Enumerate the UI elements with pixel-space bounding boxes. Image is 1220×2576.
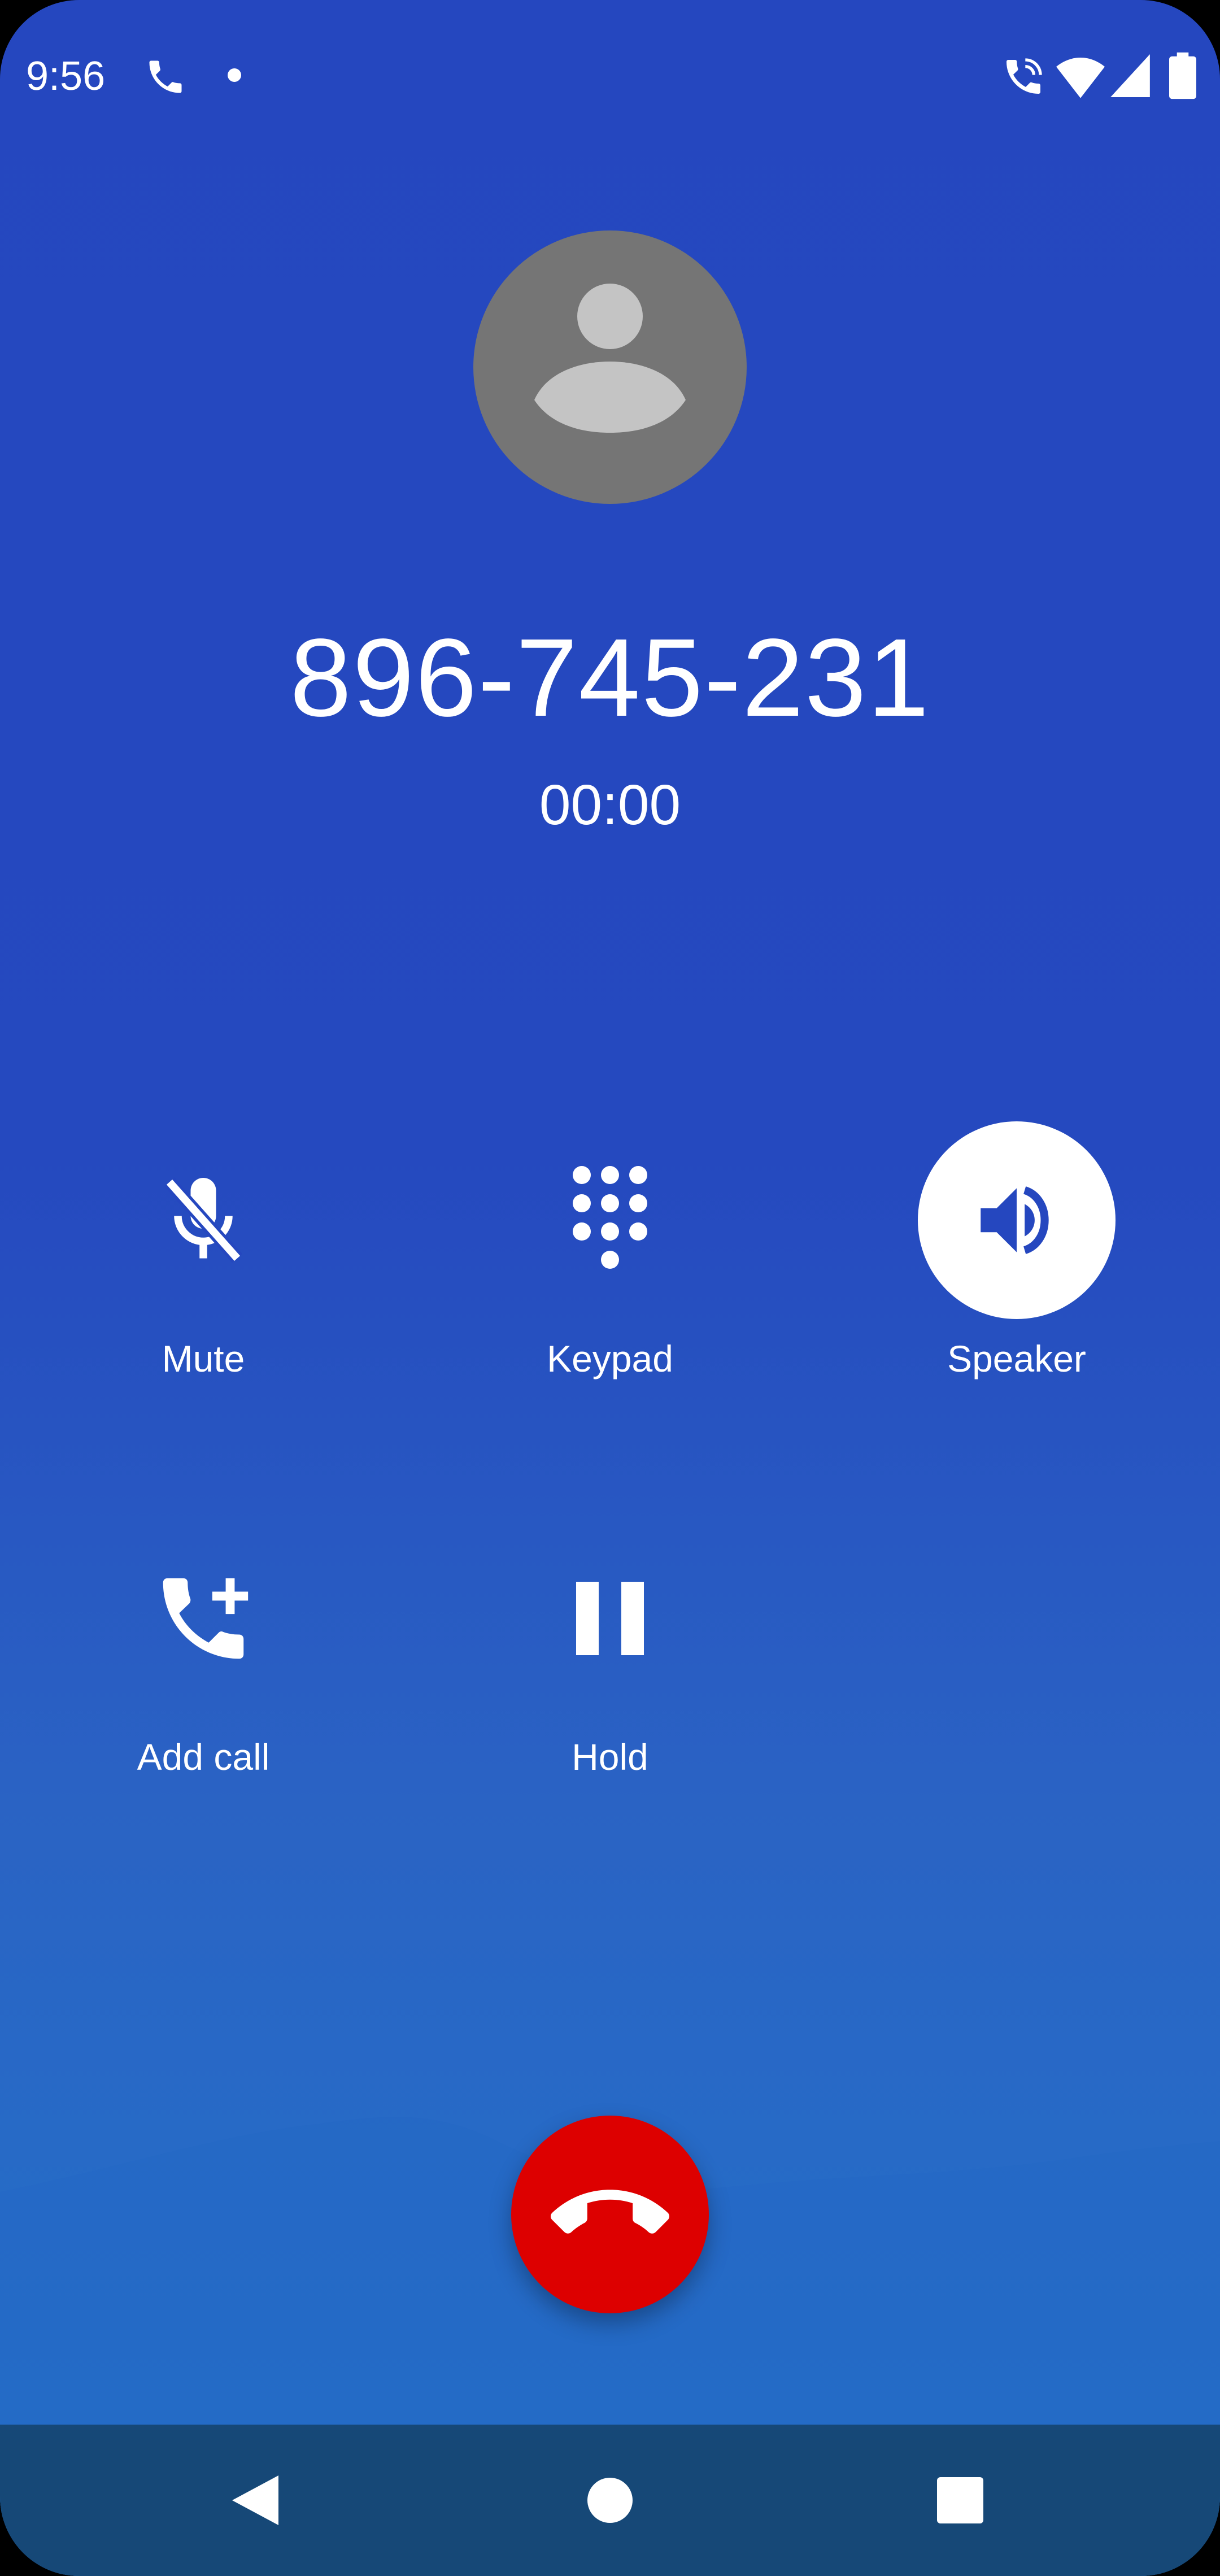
phone-icon	[149, 60, 182, 93]
status-time: 9:56	[26, 54, 106, 99]
end-call-button[interactable]	[511, 2116, 709, 2313]
hold-button[interactable]: Hold	[474, 1520, 746, 1836]
call-timer: 00:00	[539, 773, 681, 837]
mute-icon-wrap	[104, 1121, 302, 1319]
add-call-label: Add call	[137, 1736, 270, 1778]
volume-up-icon	[981, 1186, 1049, 1254]
keypad-button[interactable]: Keypad	[474, 1121, 746, 1438]
add-call-button[interactable]: Add call	[68, 1520, 339, 1836]
call-end-icon	[551, 2190, 669, 2234]
mute-label: Mute	[162, 1338, 245, 1380]
mute-button[interactable]: Mute	[68, 1121, 339, 1438]
hold-label: Hold	[572, 1736, 648, 1778]
wifi-calling-icon	[1006, 58, 1042, 94]
dialpad-icon	[573, 1166, 647, 1269]
speaker-icon-wrap	[918, 1121, 1116, 1319]
signal-icon	[1110, 54, 1150, 97]
wifi-icon	[1056, 57, 1105, 98]
navigation-bar	[0, 2425, 1220, 2576]
speaker-label: Speaker	[947, 1338, 1086, 1380]
pause-icon	[576, 1582, 644, 1655]
caller-number: 896-745-231	[290, 616, 930, 739]
person-icon	[534, 284, 686, 433]
in-call-screen: 9:56 896-745-231 00:00 Mute Keypad Speak…	[0, 0, 1220, 2576]
contact-avatar	[473, 230, 747, 504]
home-button[interactable]	[525, 2425, 695, 2576]
add-call-icon	[163, 1578, 249, 1659]
notification-dot-icon	[228, 68, 241, 82]
hold-icon-wrap	[511, 1520, 709, 1717]
keypad-label: Keypad	[547, 1338, 673, 1380]
status-bar: 9:56	[0, 0, 1220, 153]
recents-icon	[937, 2477, 983, 2523]
back-button[interactable]	[169, 2425, 339, 2576]
mic-off-icon	[164, 1177, 242, 1263]
add-call-icon-wrap	[104, 1520, 302, 1717]
home-icon	[587, 2478, 633, 2523]
recents-button[interactable]	[875, 2425, 1045, 2576]
battery-icon	[1169, 52, 1196, 99]
speaker-button[interactable]: Speaker	[881, 1121, 1152, 1438]
back-icon	[232, 2475, 278, 2525]
keypad-icon-wrap	[511, 1121, 709, 1319]
